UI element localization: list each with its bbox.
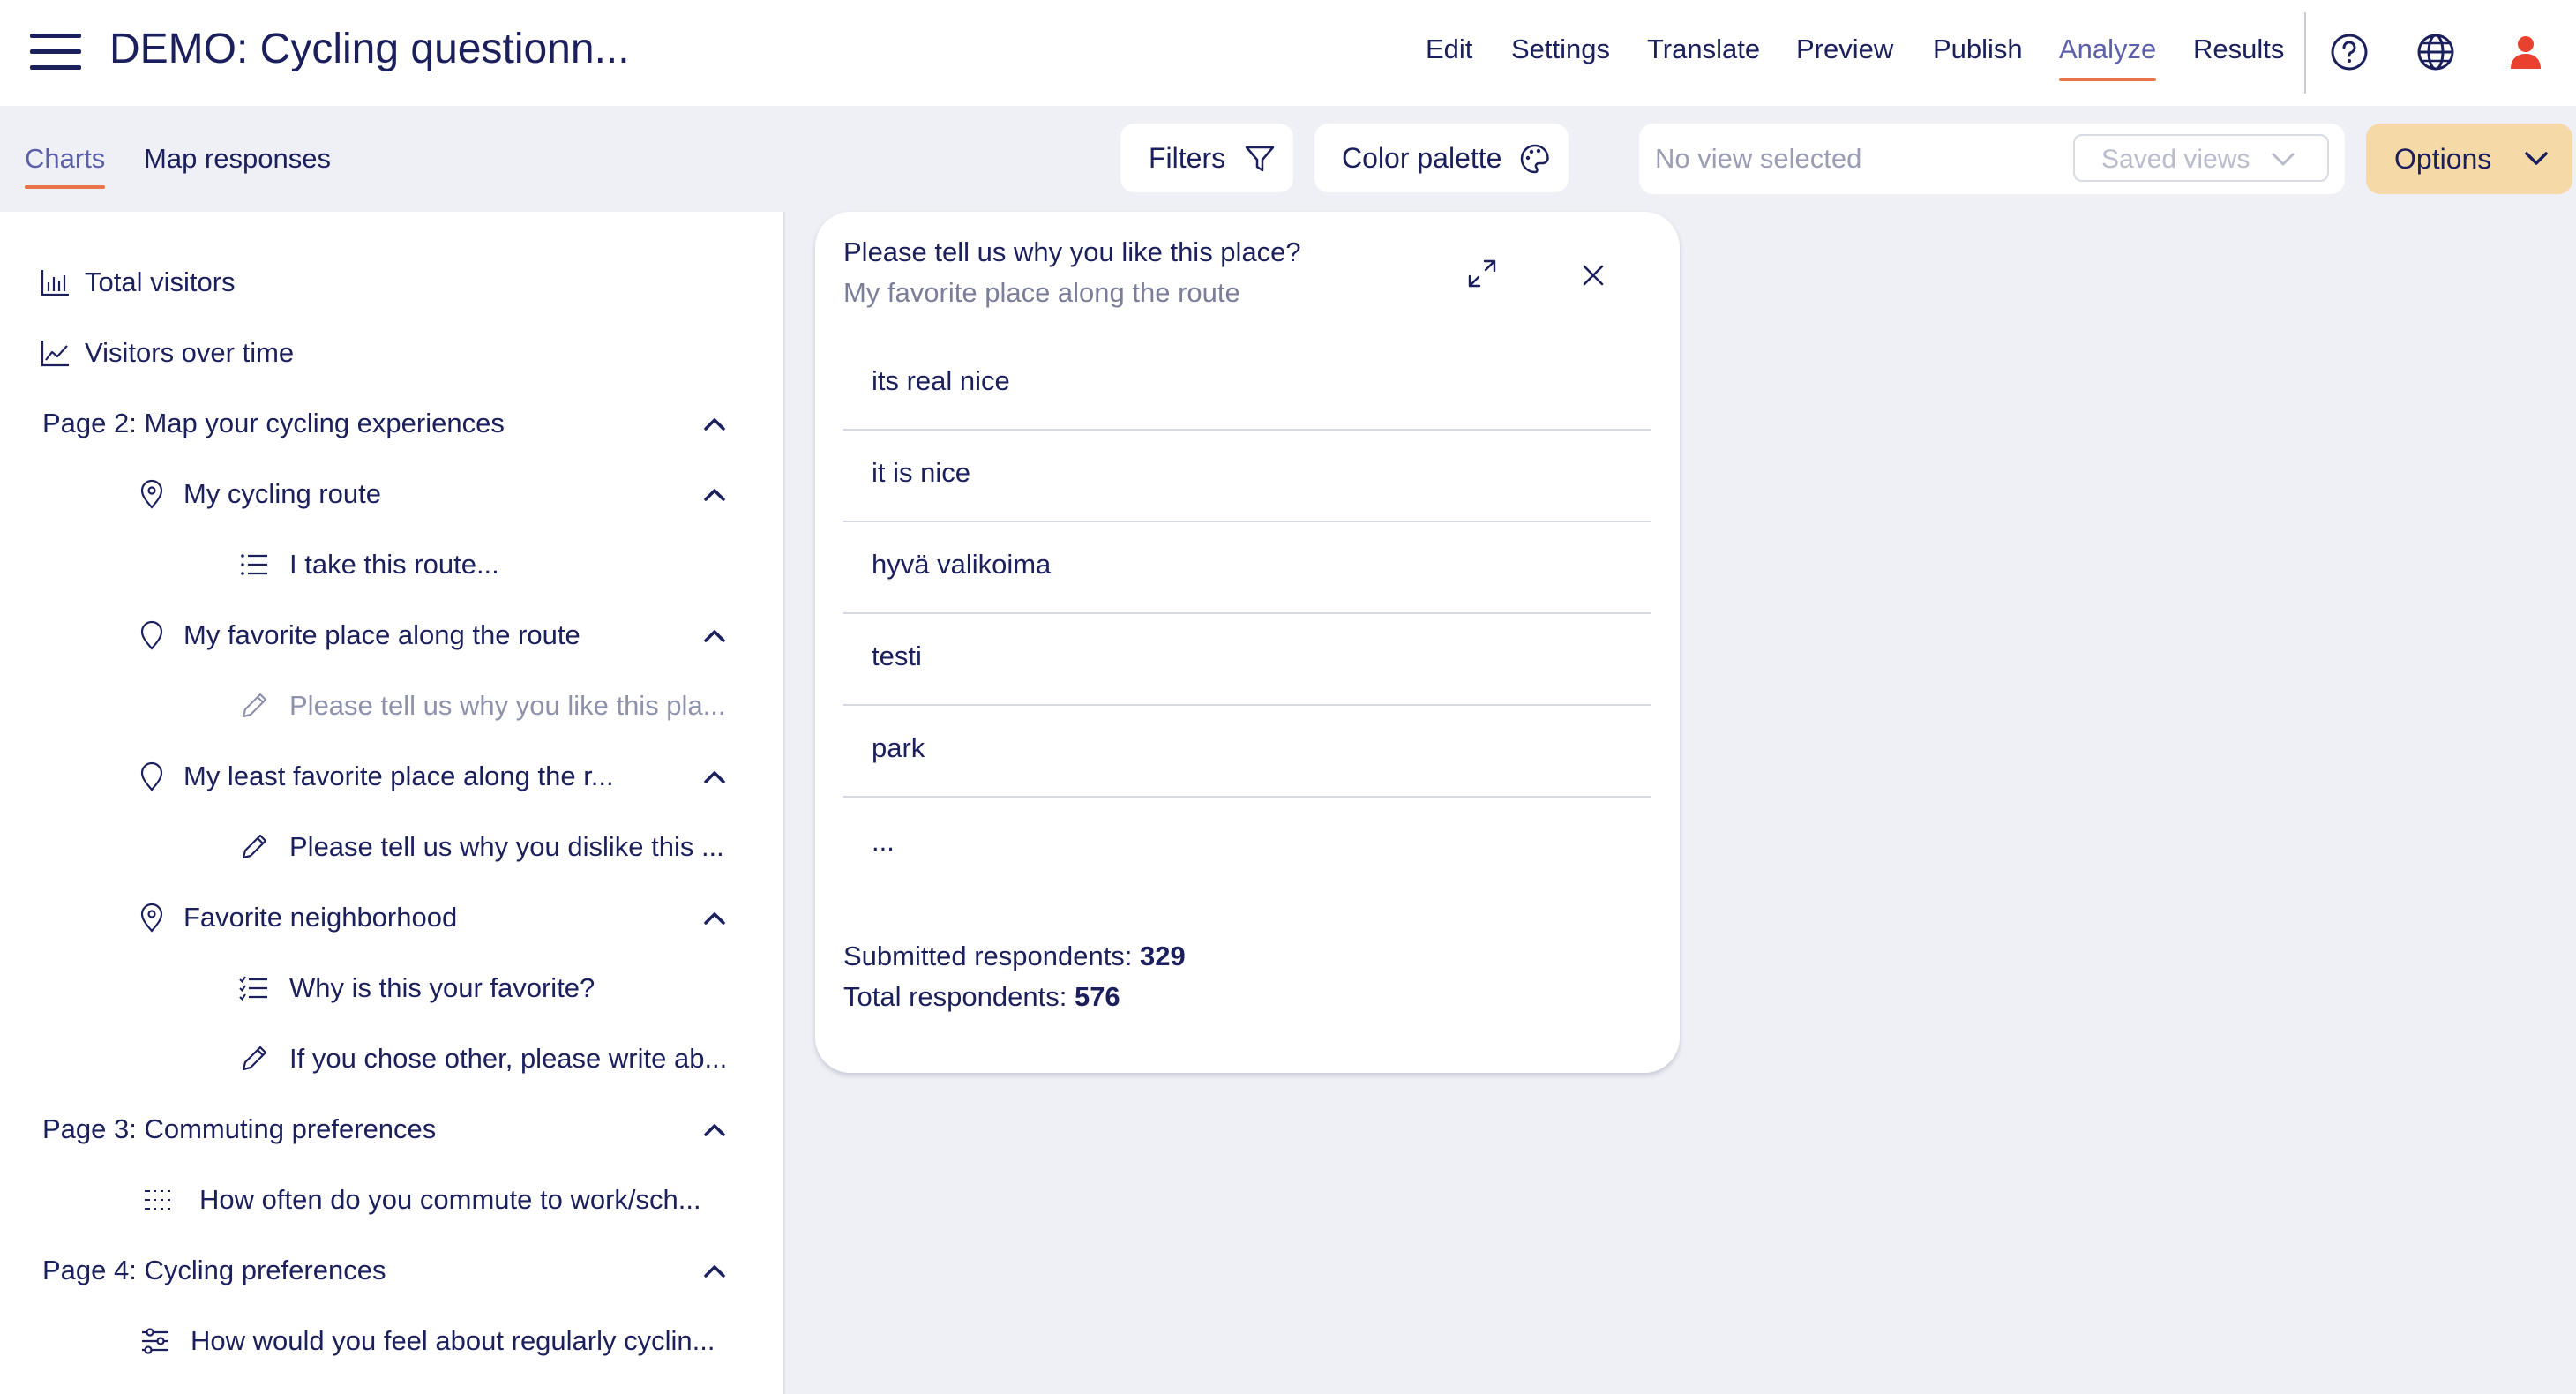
- view-placeholder: No view selected: [1655, 143, 1862, 174]
- survey-title: DEMO: Cycling questionn...: [109, 26, 630, 72]
- total-respondents: Total respondents: 576: [843, 981, 1120, 1013]
- view-selector[interactable]: No view selected Saved views: [1639, 124, 2345, 194]
- sidebar-item-my-cycling-route[interactable]: My cycling route: [183, 478, 381, 510]
- submitted-respondents-value: 329: [1140, 941, 1186, 971]
- chevron-up-icon[interactable]: [700, 1115, 729, 1143]
- nav-divider: [2304, 12, 2306, 94]
- total-respondents-label: Total respondents:: [843, 981, 1075, 1012]
- palette-icon: [1520, 144, 1549, 174]
- sidebar-item-commute-frequency[interactable]: How often do you commute to work/sch...: [199, 1184, 701, 1216]
- saved-views-label: Saved views: [2101, 145, 2250, 174]
- sidebar-item-visitors-over-time[interactable]: Visitors over time: [85, 337, 294, 369]
- answer-row: its real nice: [843, 339, 1651, 431]
- map-pin-icon: [140, 903, 163, 933]
- analysis-toolbar: Charts Map responses Filters Color palet…: [0, 106, 2576, 212]
- top-bar: DEMO: Cycling questionn... Edit Settings…: [0, 0, 2576, 106]
- sidebar-item-least-favorite-place[interactable]: My least favorite place along the r...: [183, 761, 614, 792]
- chevron-down-icon: [2272, 153, 2295, 166]
- filters-label: Filters: [1149, 141, 1226, 174]
- grid-icon: [145, 1190, 170, 1210]
- answer-text: testi: [872, 641, 922, 671]
- expand-icon[interactable]: [1464, 256, 1500, 291]
- answer-row: park: [843, 706, 1651, 798]
- answer-row: it is nice: [843, 431, 1651, 522]
- sidebar-item-if-chose-other[interactable]: If you chose other, please write ab...: [289, 1043, 727, 1075]
- tab-map-responses[interactable]: Map responses: [144, 143, 331, 175]
- nav-preview[interactable]: Preview: [1796, 34, 1893, 65]
- answer-text: hyvä valikoima: [872, 549, 1052, 580]
- close-icon[interactable]: [1576, 258, 1611, 293]
- card-subtitle: My favorite place along the route: [843, 277, 1240, 308]
- submitted-respondents: Submitted respondents: 329: [843, 941, 1186, 972]
- sidebar-item-favorite-neighborhood[interactable]: Favorite neighborhood: [183, 902, 457, 933]
- help-icon[interactable]: [2329, 32, 2370, 72]
- chevron-up-icon[interactable]: [700, 903, 729, 932]
- sidebar-item-why-like-place[interactable]: Please tell us why you like this pla...: [289, 690, 726, 722]
- nav-analyze[interactable]: Analyze: [2059, 34, 2157, 81]
- sidebar-section-page-2[interactable]: Page 2: Map your cycling experiences: [42, 408, 505, 439]
- chevron-up-icon[interactable]: [700, 1256, 729, 1285]
- filter-icon: [1245, 146, 1275, 172]
- question-sidebar: Total visitors Visitors over time Page 2…: [0, 212, 785, 1394]
- hamburger-menu-icon[interactable]: [30, 32, 81, 72]
- more-answers-ellipsis[interactable]: ...: [872, 826, 895, 858]
- sidebar-item-regular-cycling-feeling[interactable]: How would you feel about regularly cycli…: [191, 1325, 715, 1357]
- filters-button[interactable]: Filters: [1120, 124, 1293, 192]
- chevron-up-icon[interactable]: [700, 409, 729, 438]
- pencil-icon: [242, 693, 267, 718]
- sidebar-item-i-take-this-route[interactable]: I take this route...: [289, 549, 499, 581]
- sidebar-item-total-visitors[interactable]: Total visitors: [85, 266, 236, 298]
- nav-translate[interactable]: Translate: [1647, 34, 1760, 65]
- checklist-icon: [239, 976, 267, 1001]
- globe-icon[interactable]: [2415, 32, 2456, 72]
- chevron-up-icon[interactable]: [700, 621, 729, 649]
- nav-results[interactable]: Results: [2193, 34, 2284, 65]
- submitted-respondents-label: Submitted respondents:: [843, 941, 1141, 971]
- chevron-up-icon[interactable]: [700, 480, 729, 508]
- nav-settings[interactable]: Settings: [1511, 34, 1610, 65]
- user-icon[interactable]: [2505, 32, 2546, 72]
- answer-text: its real nice: [872, 365, 1010, 396]
- sidebar-section-page-4[interactable]: Page 4: Cycling preferences: [42, 1255, 386, 1286]
- sidebar-section-page-3[interactable]: Page 3: Commuting preferences: [42, 1113, 436, 1145]
- color-palette-label: Color palette: [1342, 141, 1502, 174]
- options-button[interactable]: Options: [2366, 124, 2572, 194]
- map-pin-icon: [140, 479, 163, 509]
- map-pin-icon: [140, 761, 163, 791]
- open-answers-card: Please tell us why you like this place? …: [815, 212, 1680, 1073]
- bar-chart-icon: [41, 270, 69, 296]
- nav-edit[interactable]: Edit: [1426, 34, 1472, 65]
- sliders-icon: [142, 1328, 168, 1354]
- answer-row: hyvä valikoima: [843, 522, 1651, 614]
- chevron-down-icon: [2525, 152, 2548, 165]
- map-pin-icon: [140, 620, 163, 650]
- saved-views-dropdown[interactable]: Saved views: [2073, 134, 2329, 182]
- color-palette-button[interactable]: Color palette: [1314, 124, 1569, 192]
- chevron-up-icon[interactable]: [700, 762, 729, 791]
- sidebar-item-why-dislike-place[interactable]: Please tell us why you dislike this ...: [289, 831, 724, 863]
- line-chart-icon: [41, 341, 69, 367]
- sidebar-item-why-favorite[interactable]: Why is this your favorite?: [289, 972, 595, 1004]
- answer-text: park: [872, 732, 925, 763]
- answer-row: testi: [843, 614, 1651, 706]
- card-title: Please tell us why you like this place?: [843, 236, 1301, 267]
- pencil-icon: [242, 1046, 267, 1071]
- nav-publish[interactable]: Publish: [1933, 34, 2023, 65]
- pencil-icon: [242, 834, 267, 859]
- tab-charts[interactable]: Charts: [25, 143, 106, 189]
- answer-text: it is nice: [872, 457, 970, 488]
- list-icon: [241, 554, 267, 575]
- total-respondents-value: 576: [1074, 981, 1120, 1012]
- sidebar-item-my-favorite-place[interactable]: My favorite place along the route: [183, 619, 580, 651]
- options-label: Options: [2394, 143, 2492, 175]
